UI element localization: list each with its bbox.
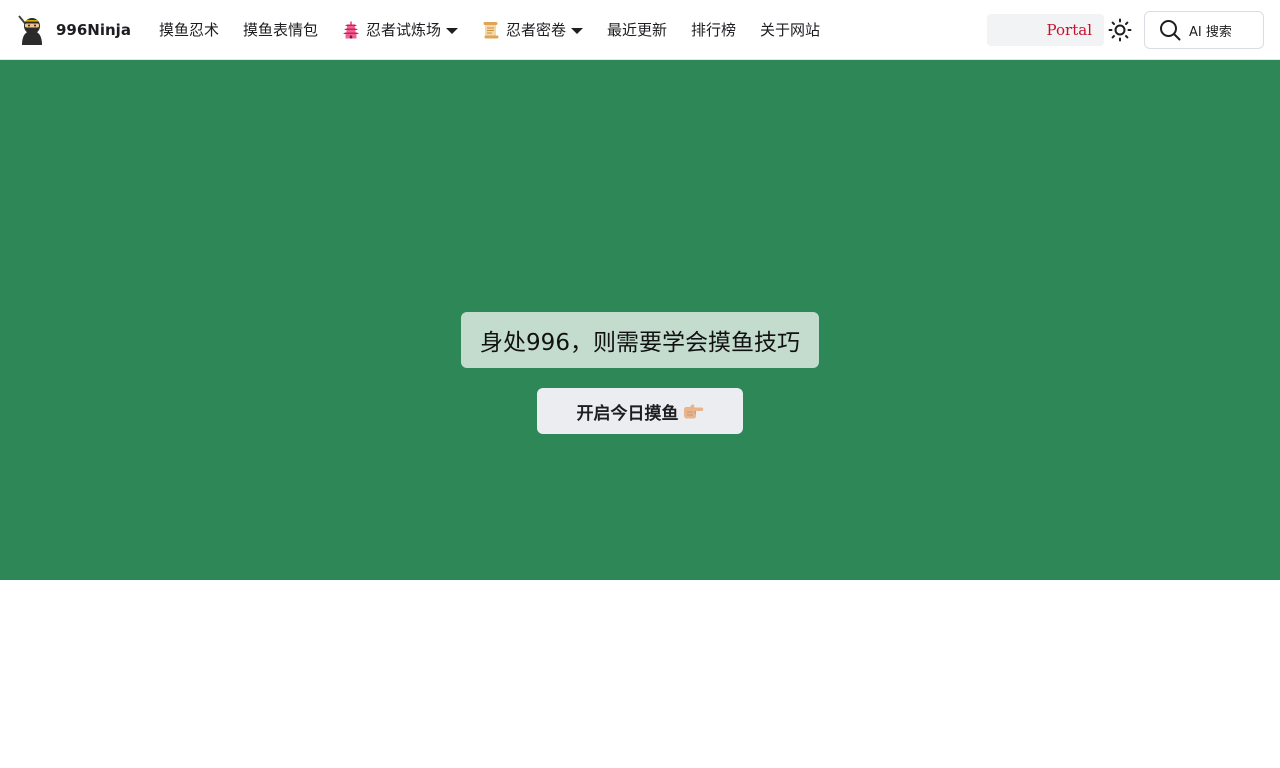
nav-item-label: 排行榜 — [691, 21, 737, 39]
portal-link[interactable]: Portal — [987, 14, 1104, 46]
brand-title: 996Ninja — [56, 20, 131, 39]
chevron-down-icon — [571, 27, 584, 34]
nav-item-stickers[interactable]: 摸鱼表情包 — [231, 0, 330, 60]
chevron-down-icon — [446, 27, 458, 34]
nav-item-leaderboard[interactable]: 排行榜 — [679, 0, 748, 60]
ninja-icon — [18, 14, 42, 45]
nav-item-about[interactable]: 关于网站 — [748, 0, 832, 60]
start-slacking-button[interactable]: 开启今日摸鱼 — [537, 388, 743, 434]
ai-search-button[interactable]: AI 搜索 — [1144, 11, 1264, 49]
nav-item-label: 忍者试炼场 — [365, 21, 441, 39]
search-icon — [1160, 20, 1181, 41]
hero-banner: 身处996，则需要学会摸鱼技巧 开启今日摸鱼 — [0, 60, 1280, 580]
search-label: AI 搜索 — [1189, 24, 1232, 40]
cta-label: 开启今日摸鱼 — [576, 403, 679, 424]
nav-item-trial-ground-dropdown[interactable]: 忍者试炼场 — [330, 0, 470, 60]
nav-item-label: 关于网站 — [760, 21, 821, 39]
nav-item-secret-scroll-dropdown[interactable]: 忍者密卷 — [470, 0, 595, 60]
navbar-right: Portal AI 搜索 — [987, 0, 1264, 60]
portal-label: Portal — [1046, 21, 1092, 39]
pointing-hand-icon — [683, 404, 703, 419]
sun-icon — [1108, 18, 1132, 42]
scroll-icon — [483, 21, 499, 38]
nav-item-recent-updates[interactable]: 最近更新 — [595, 0, 679, 60]
brand-home-link[interactable]: 996Ninja — [16, 0, 131, 60]
nav-item-label: 摸鱼忍术 — [158, 21, 219, 39]
top-navbar: 996Ninja 摸鱼忍术 摸鱼表情包 忍者试炼场 忍者密卷 最近更新 排行榜 … — [0, 0, 1280, 60]
theme-toggle-button[interactable] — [1104, 14, 1136, 46]
hero-tagline: 身处996，则需要学会摸鱼技巧 — [461, 312, 819, 368]
nav-item-label: 最近更新 — [607, 21, 668, 39]
nav-item-label: 摸鱼表情包 — [242, 21, 318, 39]
nav-item-label: 忍者密卷 — [506, 21, 567, 39]
pagoda-icon — [342, 21, 359, 38]
nav-item-ninjutsu[interactable]: 摸鱼忍术 — [147, 0, 231, 60]
nav-menu: 摸鱼忍术 摸鱼表情包 忍者试炼场 忍者密卷 最近更新 排行榜 关于网站 — [147, 0, 832, 60]
